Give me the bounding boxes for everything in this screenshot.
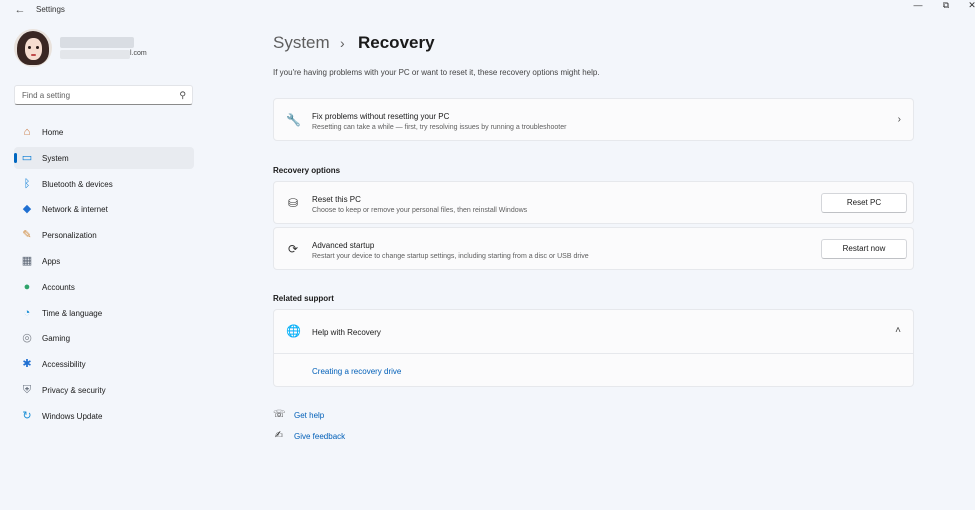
minimize-button[interactable]: — <box>912 0 924 10</box>
restart-now-button[interactable]: Restart now <box>821 239 907 259</box>
sidebar-item-privacy-security[interactable]: ⛨ Privacy & security <box>14 379 194 401</box>
account-email-redacted <box>60 50 130 59</box>
sidebar-item-windows-update[interactable]: ↻ Windows Update <box>14 405 194 427</box>
recovery-options-heading: Recovery options <box>273 166 341 175</box>
divider <box>274 353 913 354</box>
advanced-startup-title: Advanced startup <box>312 241 375 250</box>
globe-icon: 🌐 <box>286 324 301 338</box>
gamepad-icon: ◎ <box>22 332 32 344</box>
bluetooth-icon: ᛒ <box>23 178 31 190</box>
sidebar-item-label: Network & internet <box>42 205 108 214</box>
sidebar-item-time-language[interactable]: ◔ Time & language <box>14 302 194 324</box>
sidebar-item-label: Bluetooth & devices <box>42 180 113 189</box>
network-icon: ◆ <box>22 203 32 215</box>
sidebar-item-label: Windows Update <box>42 412 103 421</box>
breadcrumb-system[interactable]: System <box>273 33 330 53</box>
wrench-icon: 🔧 <box>286 113 301 127</box>
sidebar-item-accessibility[interactable]: ✱ Accessibility <box>14 353 194 375</box>
reset-pc-button[interactable]: Reset PC <box>821 193 907 213</box>
get-help-label: Get help <box>294 411 325 420</box>
advanced-startup-subtitle: Restart your device to change startup se… <box>312 253 589 260</box>
sidebar-item-network-internet[interactable]: ◆ Network & internet <box>14 198 194 220</box>
sidebar-item-label: Personalization <box>42 231 97 240</box>
shield-icon: ⛨ <box>22 384 32 396</box>
avatar-face <box>25 38 42 60</box>
system-icon: ▭ <box>21 152 33 164</box>
sidebar-item-apps[interactable]: ▦ Apps <box>14 250 194 272</box>
account-email-suffix: l.com <box>130 50 147 57</box>
accounts-icon: ● <box>23 281 31 293</box>
update-icon: ↻ <box>22 410 32 422</box>
reset-pc-icon: ⛁ <box>287 196 299 210</box>
breadcrumb-separator: › <box>340 35 345 51</box>
give-feedback-label: Give feedback <box>294 432 346 441</box>
related-support-heading: Related support <box>273 294 334 303</box>
advanced-startup-icon: ⟳ <box>287 242 299 256</box>
sidebar-item-label: Time & language <box>42 309 103 318</box>
back-arrow-icon[interactable]: ← <box>12 3 28 17</box>
sidebar-item-label: System <box>42 154 69 163</box>
help-with-recovery-title: Help with Recovery <box>312 328 381 337</box>
troubleshoot-subtitle: Resetting can take a while — first, try … <box>312 124 567 131</box>
reset-pc-card: ⛁ Reset this PC Choose to keep or remove… <box>273 181 914 224</box>
accessibility-icon: ✱ <box>22 358 32 370</box>
page-title: Recovery <box>358 33 435 52</box>
search-placeholder: Find a setting <box>22 91 71 100</box>
apps-icon: ▦ <box>21 255 33 267</box>
brush-icon: ✎ <box>22 229 32 241</box>
search-icon: ⚲ <box>179 90 186 100</box>
feedback-icon: ✍ <box>274 430 284 441</box>
avatar-eye <box>36 46 39 49</box>
sidebar-item-label: Accounts <box>42 283 75 292</box>
active-indicator <box>14 153 17 163</box>
settings-window: ← Settings — ⧉ ✕ l.com Find a setting ⚲ … <box>0 0 975 510</box>
sidebar-item-label: Accessibility <box>42 360 86 369</box>
sidebar-item-bluetooth-devices[interactable]: ᛒ Bluetooth & devices <box>14 173 194 195</box>
intro-text: If you're having problems with your PC o… <box>273 68 600 77</box>
chevron-up-icon: ˄ <box>895 325 901 336</box>
account-name-redacted <box>60 37 134 48</box>
avatar-eye <box>28 46 31 49</box>
sidebar-item-label: Apps <box>42 257 61 266</box>
app-title: Settings <box>36 5 65 14</box>
close-button[interactable]: ✕ <box>966 0 975 10</box>
advanced-startup-card: ⟳ Advanced startup Restart your device t… <box>273 227 914 270</box>
get-help-icon: ☏ <box>273 409 286 420</box>
chevron-right-icon: › <box>897 114 901 125</box>
sidebar-item-accounts[interactable]: ● Accounts <box>14 276 194 298</box>
home-icon: ⌂ <box>23 126 31 138</box>
sidebar-item-label: Home <box>42 128 64 137</box>
reset-pc-subtitle: Choose to keep or remove your personal f… <box>312 207 528 214</box>
help-with-recovery-header[interactable]: 🌐 Help with Recovery ˄ <box>274 310 913 353</box>
troubleshoot-title: Fix problems without resetting your PC <box>312 112 450 121</box>
reset-pc-title: Reset this PC <box>312 195 361 204</box>
globe-clock-icon: ◔ <box>23 307 31 319</box>
sidebar-item-label: Gaming <box>42 334 71 343</box>
recovery-drive-link[interactable]: Creating a recovery drive <box>312 367 401 376</box>
troubleshoot-card[interactable]: 🔧 Fix problems without resetting your PC… <box>273 98 914 141</box>
sidebar-item-personalization[interactable]: ✎ Personalization <box>14 224 194 246</box>
sidebar-item-home[interactable]: ⌂ Home <box>14 121 194 143</box>
sidebar-item-system[interactable]: ▭ System <box>14 147 194 169</box>
search-input[interactable]: Find a setting ⚲ <box>14 85 193 105</box>
title-bar: ← Settings — ⧉ ✕ <box>0 0 975 22</box>
avatar[interactable] <box>14 29 52 67</box>
sidebar-item-label: Privacy & security <box>42 386 106 395</box>
help-with-recovery-card: 🌐 Help with Recovery ˄ Creating a recove… <box>273 309 914 387</box>
restore-button[interactable]: ⧉ <box>940 0 952 10</box>
sidebar-item-gaming[interactable]: ◎ Gaming <box>14 327 194 349</box>
avatar-lips <box>31 54 36 56</box>
